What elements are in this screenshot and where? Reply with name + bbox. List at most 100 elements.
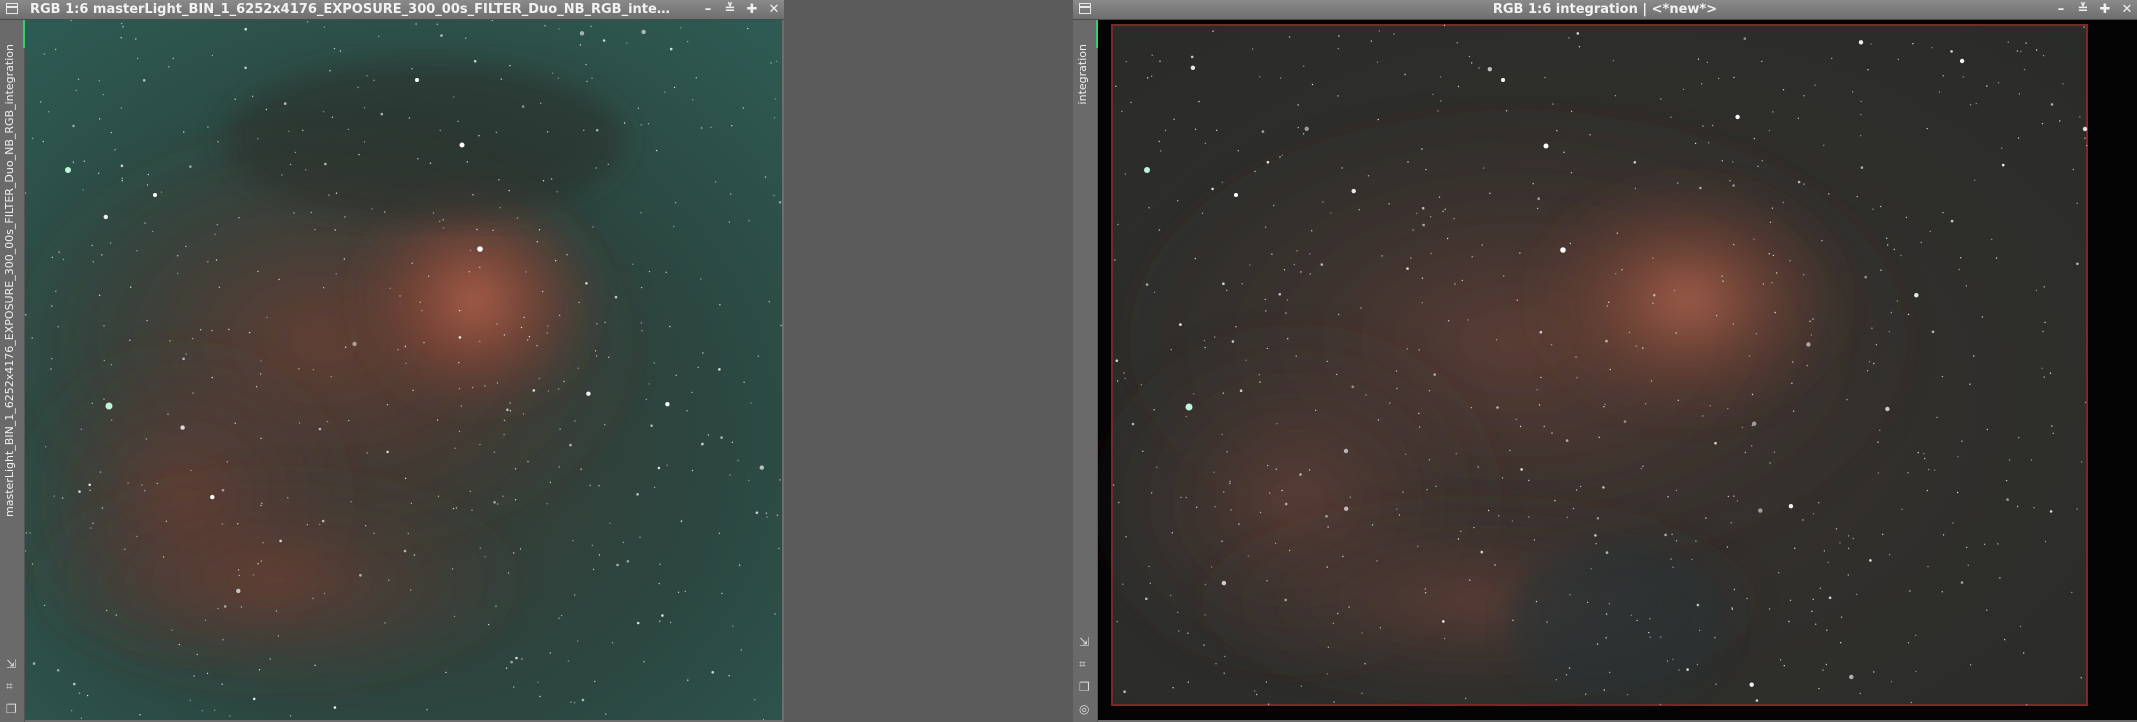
- star: [1190, 65, 1196, 70]
- star: [1782, 89, 1785, 91]
- right-titlebar[interactable]: RGB 1:6 integration | <*new*> – ≚ ✚ ✕: [1073, 0, 2137, 20]
- star: [423, 341, 425, 344]
- star: [177, 272, 179, 275]
- shade-button[interactable]: ≚: [724, 0, 736, 19]
- star: [602, 39, 606, 42]
- star: [549, 481, 552, 484]
- star: [1376, 61, 1379, 63]
- star: [692, 99, 694, 101]
- star: [1594, 534, 1597, 537]
- star: [192, 392, 194, 394]
- star: [1326, 673, 1328, 675]
- right-image-window[interactable]: RGB 1:6 integration | <*new*> – ≚ ✚ ✕ in…: [1073, 0, 2137, 722]
- star: [1148, 565, 1150, 568]
- star: [510, 660, 513, 664]
- star: [110, 131, 113, 134]
- star: [1575, 489, 1578, 491]
- star: [344, 216, 346, 218]
- star: [1722, 280, 1724, 282]
- clone-icon[interactable]: ❐: [6, 702, 17, 716]
- star: [101, 507, 104, 509]
- star: [1915, 670, 1917, 673]
- star: [1416, 212, 1418, 215]
- star: [1482, 167, 1485, 169]
- star: [2035, 49, 2038, 51]
- window-menu-icon[interactable]: [6, 3, 18, 14]
- star: [1605, 339, 1608, 343]
- star: [755, 511, 759, 514]
- star: [122, 26, 124, 28]
- star: [1736, 500, 1739, 502]
- close-button[interactable]: ✕: [768, 0, 780, 19]
- star: [339, 50, 342, 52]
- star: [1528, 479, 1530, 482]
- star: [378, 35, 380, 38]
- star: [1311, 83, 1314, 86]
- star: [695, 77, 697, 79]
- star: [1981, 316, 1984, 318]
- left-image-canvas[interactable]: [25, 20, 782, 720]
- minimize-button[interactable]: –: [2055, 0, 2067, 19]
- star: [1753, 238, 1755, 240]
- star: [1159, 60, 1161, 62]
- star: [604, 321, 606, 324]
- fit-icon[interactable]: ⌗: [1079, 657, 1090, 672]
- star: [323, 592, 326, 595]
- star: [1311, 230, 1313, 232]
- star: [773, 194, 775, 197]
- star: [99, 471, 102, 473]
- star: [1849, 674, 1854, 680]
- fit-icon[interactable]: ⌗: [6, 679, 17, 694]
- star: [283, 102, 287, 105]
- left-view-id-tab[interactable]: masterLight_BIN_1_6252x4176_EXPOSURE_300…: [3, 44, 16, 517]
- star: [1279, 77, 1282, 79]
- star: [778, 547, 780, 550]
- star: [168, 66, 170, 68]
- star: [2051, 425, 2053, 427]
- minimize-button[interactable]: –: [702, 0, 714, 19]
- star: [330, 375, 332, 378]
- star: [91, 244, 93, 247]
- shade-button[interactable]: ≚: [2077, 0, 2089, 19]
- star: [408, 117, 411, 119]
- star: [1640, 467, 1643, 470]
- star: [352, 341, 357, 347]
- star: [558, 314, 561, 317]
- maximize-button[interactable]: ✚: [2099, 0, 2111, 19]
- right-image-canvas[interactable]: [1098, 20, 2137, 720]
- star: [185, 245, 187, 248]
- star: [1997, 543, 1999, 545]
- star: [221, 523, 223, 525]
- right-view-id-tab[interactable]: integration: [1076, 44, 1089, 104]
- mask-icon[interactable]: ◎: [1079, 702, 1090, 716]
- star: [453, 615, 456, 618]
- clone-icon[interactable]: ❐: [1079, 680, 1090, 694]
- expand-icon[interactable]: ⇲: [6, 657, 17, 671]
- expand-icon[interactable]: ⇲: [1079, 635, 1090, 649]
- star: [1851, 91, 1854, 93]
- star: [728, 221, 730, 223]
- star: [1772, 254, 1775, 257]
- star: [1686, 668, 1689, 671]
- star: [129, 339, 131, 341]
- star: [1649, 636, 1651, 638]
- left-image-window[interactable]: RGB 1:6 masterLight_BIN_1_6252x4176_EXPO…: [0, 0, 784, 722]
- star: [1170, 348, 1172, 351]
- star: [287, 497, 289, 499]
- star: [193, 675, 195, 677]
- star: [1343, 448, 1349, 454]
- star: [1123, 690, 1126, 693]
- star: [1461, 279, 1463, 282]
- star: [650, 424, 653, 428]
- star: [1635, 345, 1637, 347]
- star: [211, 54, 214, 57]
- star: [1533, 539, 1536, 541]
- star: [1185, 415, 1187, 418]
- left-titlebar[interactable]: RGB 1:6 masterLight_BIN_1_6252x4176_EXPO…: [0, 0, 784, 20]
- star: [595, 128, 599, 132]
- close-button[interactable]: ✕: [2121, 0, 2133, 19]
- maximize-button[interactable]: ✚: [746, 0, 758, 19]
- star: [469, 249, 472, 252]
- star: [1797, 180, 1801, 184]
- star: [1365, 394, 1367, 396]
